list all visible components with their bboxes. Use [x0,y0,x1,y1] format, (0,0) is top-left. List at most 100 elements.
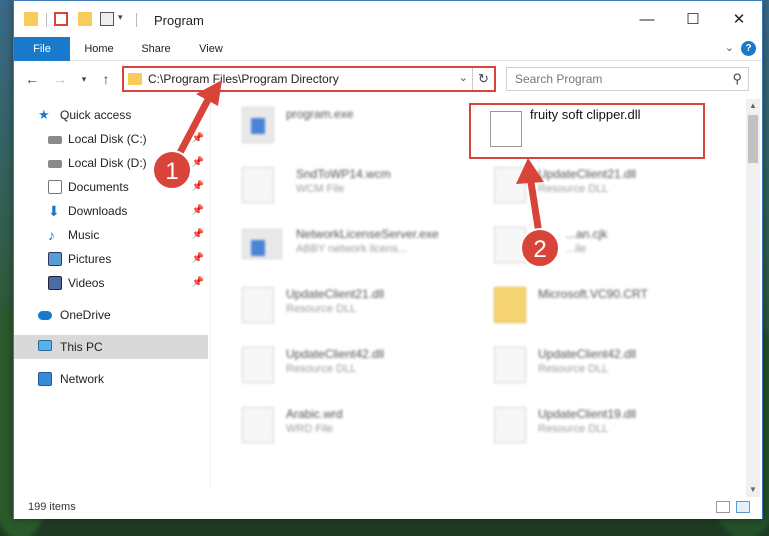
search-icon[interactable]: ⚲ [732,71,742,87]
sidebar-item-music[interactable]: ♪ Music 📌 [14,223,208,247]
large-icons-view-icon[interactable] [736,501,750,513]
sidebar-item-label: Quick access [60,108,132,122]
scroll-up-icon[interactable]: ▲ [746,99,760,113]
help-icon[interactable]: ? [741,41,756,56]
sidebar-item-label: Pictures [68,252,112,266]
expand-ribbon-icon[interactable]: ⌄ [725,41,734,54]
file-type: Resource DLL [538,363,609,375]
file-name: Arabic.wrd [286,407,343,421]
list-item[interactable]: program.exe [230,99,470,149]
computer-icon [38,340,52,351]
file-icon [242,407,274,443]
dll-file-icon [242,347,274,383]
sidebar-item-label: Local Disk (C:) [68,132,147,146]
sidebar-item-label: This PC [60,340,103,354]
exe-file-icon [242,229,282,259]
list-item[interactable]: UpdateClient19.dll Resource DLL [482,399,722,449]
list-item[interactable]: UpdateClient42.dll Resource DLL [482,339,722,389]
pin-icon: 📌 [191,205,204,216]
pin-icon: 📌 [191,157,204,168]
pin-icon: 📌 [191,181,204,192]
scroll-thumb[interactable] [748,115,758,163]
folder-icon [494,287,526,323]
file-icon [242,167,274,203]
folder-icon [128,73,142,85]
list-item[interactable]: ...an.cjk ...ile [482,219,722,269]
sidebar-item-quick-access[interactable]: ★ Quick access [14,103,208,127]
file-name: program.exe [286,107,354,121]
back-button[interactable]: ← [22,69,42,89]
refresh-button[interactable]: ↻ [472,68,494,90]
customize-toolbar-icon[interactable] [100,12,114,26]
dll-file-icon [494,407,526,443]
chevron-down-icon[interactable]: ▾ [118,12,132,26]
list-item[interactable]: UpdateClient21.dll Resource DLL [482,159,722,209]
sidebar-item-local-disk-c[interactable]: Local Disk (C:) 📌 [14,127,208,151]
exe-file-icon [242,107,274,143]
status-bar: 199 items [14,497,762,519]
file-type: ABBY network licens... [296,243,408,255]
step-2-callout: 2 [520,228,560,268]
recent-locations-button[interactable]: ▾ [74,69,94,89]
pin-icon: 📌 [191,133,204,144]
details-view-icon[interactable] [716,501,730,513]
sidebar-item-onedrive[interactable]: OneDrive [14,303,208,327]
minimize-button[interactable]: — [624,1,670,37]
sidebar-item-downloads[interactable]: ⬇ Downloads 📌 [14,199,208,223]
file-name: SndToWP14.wcm [296,167,391,181]
step-1-callout: 1 [152,150,192,190]
dll-file-icon [494,167,526,203]
list-item[interactable]: Arabic.wrd WRD File [230,399,470,449]
star-icon: ★ [38,107,50,122]
list-item[interactable]: Microsoft.VC90.CRT [482,279,722,329]
dll-file-icon [242,287,274,323]
tab-share[interactable]: Share [130,37,182,61]
toolbar-divider [46,13,47,27]
file-type: Resource DLL [286,303,357,315]
network-icon [38,372,52,386]
up-button[interactable]: ↑ [96,69,116,89]
chevron-down-icon[interactable]: ⌄ [459,71,468,84]
properties-icon[interactable] [54,12,68,26]
pin-icon: 📌 [191,253,204,264]
sidebar-item-label: Documents [68,180,129,194]
tab-view[interactable]: View [188,37,234,61]
file-name: UpdateClient19.dll [538,407,637,421]
ribbon-tabs: File Home Share View ⌄ ? [14,37,762,61]
minimize-icon: — [639,10,655,28]
maximize-button[interactable]: ☐ [670,1,716,37]
close-button[interactable]: ✕ [716,1,762,37]
sidebar-item-network[interactable]: Network [14,367,208,391]
list-item[interactable]: UpdateClient42.dll Resource DLL [230,339,470,389]
search-box[interactable]: Search Program ⚲ [506,67,749,91]
address-bar[interactable]: C:\Program Files\Program Directory ⌄ ↻ [122,66,496,92]
forward-button[interactable]: → [50,69,70,89]
close-icon: ✕ [732,11,746,28]
sidebar-item-this-pc[interactable]: This PC [14,335,208,359]
toolbar-divider [136,13,137,27]
sidebar-item-pictures[interactable]: Pictures 📌 [14,247,208,271]
address-path[interactable]: C:\Program Files\Program Directory [148,72,339,86]
pin-icon: 📌 [191,229,204,240]
sidebar-item-label: Downloads [68,204,128,218]
search-placeholder[interactable]: Search Program [515,72,602,86]
file-type: WCM File [296,183,345,195]
file-type: Resource DLL [286,363,357,375]
tab-home[interactable]: Home [74,37,124,61]
vertical-scrollbar[interactable]: ▲ ▼ [746,99,760,497]
navigation-bar: ← → ▾ ↑ C:\Program Files\Program Directo… [14,61,762,97]
music-icon: ♪ [48,227,55,243]
list-item[interactable]: SndToWP14.wcm WCM File [230,159,470,209]
file-name: UpdateClient42.dll [286,347,385,361]
scroll-down-icon[interactable]: ▼ [746,483,760,497]
sidebar-item-label: Local Disk (D:) [68,156,147,170]
sidebar-item-videos[interactable]: Videos 📌 [14,271,208,295]
list-item[interactable]: NetworkLicenseServer.exe ABBY network li… [230,219,470,269]
tab-file[interactable]: File [14,37,70,61]
picture-icon [48,252,62,266]
dll-file-icon [494,347,526,383]
file-name: UpdateClient21.dll [286,287,385,301]
new-folder-icon[interactable] [78,12,92,26]
sidebar-item-label: OneDrive [60,308,111,322]
list-item[interactable]: UpdateClient21.dll Resource DLL [230,279,470,329]
